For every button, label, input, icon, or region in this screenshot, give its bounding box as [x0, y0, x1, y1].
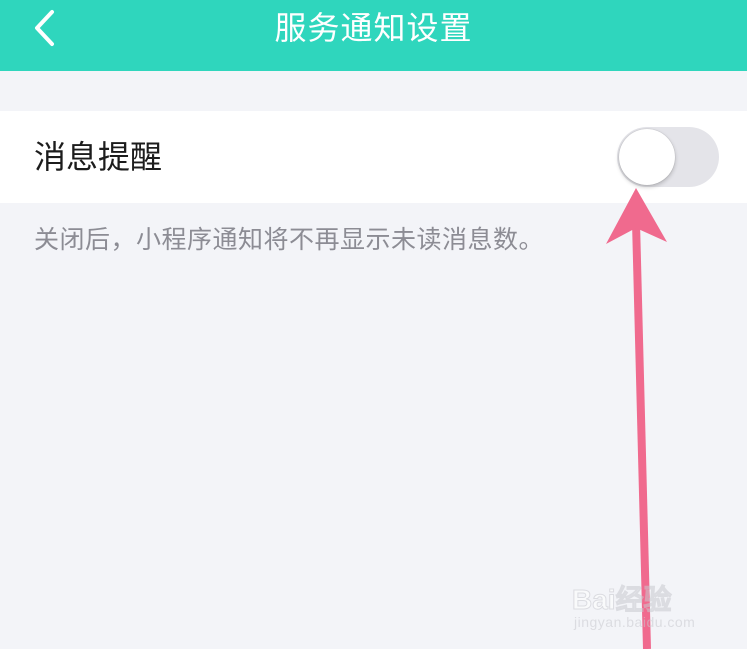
watermark-url: jingyan.baidu.com [574, 614, 696, 630]
annotation-arrow-icon [606, 188, 667, 649]
watermark-brand: Bai经验 [572, 584, 673, 616]
baidu-jingyan-watermark: Bai经验 jingyan.baidu.com [572, 568, 722, 638]
